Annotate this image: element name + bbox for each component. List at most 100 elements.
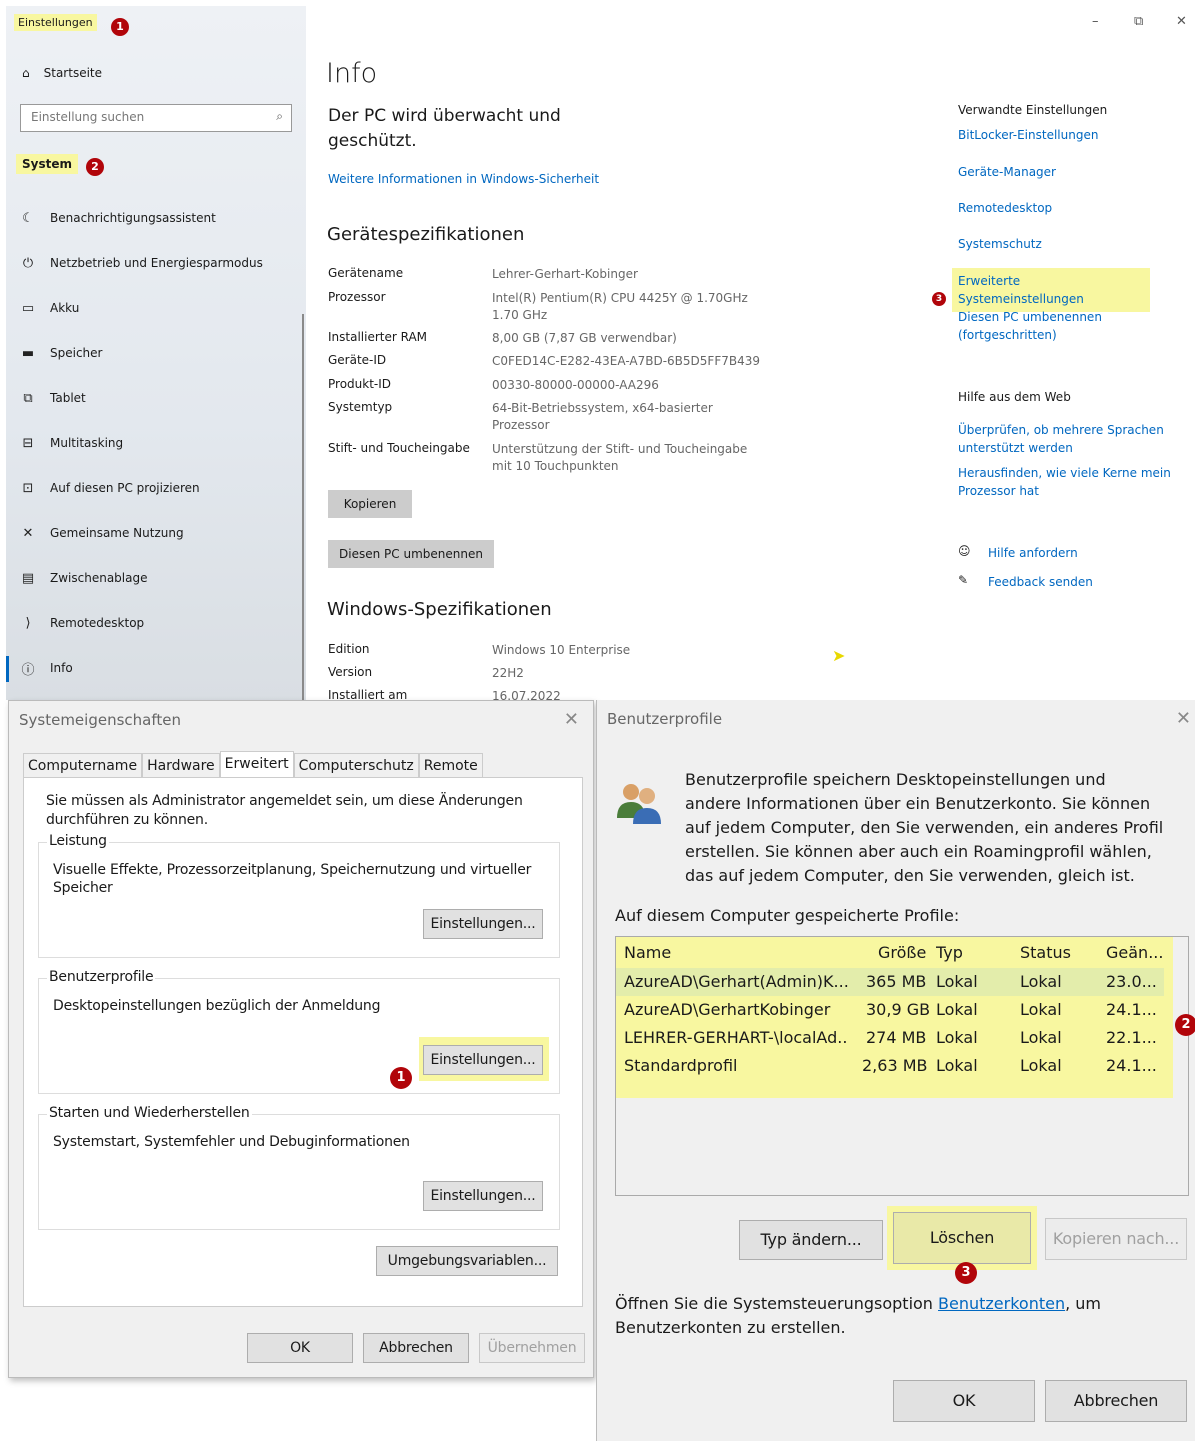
dialog-title: Systemeigenschaften xyxy=(19,711,181,729)
step-marker-2: 2 xyxy=(86,158,104,176)
cell-status: Lokal xyxy=(1020,1000,1062,1019)
nav-item-remote[interactable]: ⟩ Remotedesktop xyxy=(20,613,144,633)
spec-value: 16.07.2022 xyxy=(492,689,561,700)
link-bitlocker[interactable]: BitLocker-Einstellungen xyxy=(958,126,1173,144)
nav-label: Remotedesktop xyxy=(50,616,145,630)
cell-name: AzureAD\GerhartKobinger xyxy=(624,1000,831,1019)
link-device-manager[interactable]: Geräte-Manager xyxy=(958,163,1173,181)
tab-hardware[interactable]: Hardware xyxy=(142,753,220,777)
cell-type: Lokal xyxy=(936,1056,978,1075)
group-description: Visuelle Effekte, Prozessorzeitplanung, … xyxy=(53,862,532,896)
column-changed[interactable]: Geän... xyxy=(1106,939,1163,967)
cell-changed: 22.1... xyxy=(1106,1028,1157,1047)
ok-button[interactable]: OK xyxy=(893,1380,1035,1422)
cursor-icon: ➤ xyxy=(832,646,846,665)
clipboard-icon: ▤ xyxy=(21,570,35,586)
spec-key: Version xyxy=(328,665,373,679)
table-row[interactable]: AzureAD\GerhartKobinger 30,9 GB Lokal Lo… xyxy=(616,996,1164,1024)
table-row[interactable]: AzureAD\Gerhart(Admin)K... 365 MB Lokal … xyxy=(616,968,1164,996)
close-icon[interactable]: ✕ xyxy=(564,709,579,730)
search-placeholder: Einstellung suchen xyxy=(31,110,145,124)
nav-item-notifications[interactable]: ☾ Benachrichtigungsassistent xyxy=(20,208,216,228)
startup-settings-button[interactable]: Einstellungen... xyxy=(423,1181,543,1211)
settings-window: Einstellungen 1 ⌂ Startseite Einstellung… xyxy=(6,6,1195,700)
nav-home[interactable]: ⌂ Startseite xyxy=(22,66,102,80)
tab-bar: Computername Hardware Erweitert Computer… xyxy=(23,751,483,778)
nav-label: Netzbetrieb und Energiesparmodus xyxy=(50,256,263,270)
table-row[interactable]: Standardprofil 2,63 MB Lokal Lokal 24.1.… xyxy=(616,1052,1164,1080)
link-rename-pc-advanced[interactable]: Diesen PC umbenennen (fortgeschritten) xyxy=(958,308,1108,344)
column-size[interactable]: Größe xyxy=(878,939,926,967)
app-title: Einstellungen xyxy=(14,14,97,31)
security-link[interactable]: Weitere Informationen in Windows-Sicherh… xyxy=(328,172,599,186)
spec-key: Stift- und Toucheingabe xyxy=(328,441,470,455)
section-system: System xyxy=(16,154,78,174)
open-user-accounts-text: Öffnen Sie die Systemsteuerungsoption Be… xyxy=(615,1292,1115,1340)
group-performance: Leistung Visuelle Effekte, Prozessorzeit… xyxy=(38,833,560,958)
link-system-protection[interactable]: Systemschutz xyxy=(958,235,1173,253)
stored-profiles-label: Auf diesem Computer gespeicherte Profile… xyxy=(615,906,960,925)
cancel-button[interactable]: Abbrechen xyxy=(363,1333,469,1363)
moon-icon: ☾ xyxy=(22,210,34,226)
nav-item-info[interactable]: ⓘ Info xyxy=(20,658,72,678)
delete-button[interactable]: Löschen xyxy=(893,1212,1031,1264)
cell-size: 2,63 MB xyxy=(862,1056,928,1075)
copy-to-button[interactable]: Kopieren nach... xyxy=(1045,1218,1187,1260)
link-remote-desktop[interactable]: Remotedesktop xyxy=(958,199,1173,217)
cell-size: 274 MB xyxy=(866,1028,927,1047)
nav-item-share[interactable]: ✕ Gemeinsame Nutzung xyxy=(20,523,184,543)
group-label: Benutzerprofile xyxy=(47,969,156,985)
nav-item-storage[interactable]: ▬ Speicher xyxy=(20,343,103,363)
spec-key: Systemtyp xyxy=(328,400,393,414)
tab-advanced[interactable]: Erweitert xyxy=(219,751,294,778)
tab-system-protection[interactable]: Computerschutz xyxy=(293,753,419,777)
change-type-button[interactable]: Typ ändern... xyxy=(739,1220,883,1260)
sidebar-scrollbar[interactable] xyxy=(302,314,304,700)
spec-value: C0FED14C-E282-43EA-A7BD-6B5D5FF7B439 xyxy=(492,354,760,368)
group-description: Systemstart, Systemfehler und Debuginfor… xyxy=(53,1134,410,1150)
link-cores[interactable]: Herausfinden, wie viele Kerne mein Proze… xyxy=(958,464,1173,500)
environment-variables-button[interactable]: Umgebungsvariablen... xyxy=(376,1246,558,1276)
apply-button[interactable]: Übernehmen xyxy=(479,1333,585,1363)
rename-pc-button[interactable]: Diesen PC umbenennen xyxy=(328,540,494,568)
copy-button[interactable]: Kopieren xyxy=(328,490,412,518)
step-marker-3: 3 xyxy=(955,1262,977,1284)
link-feedback[interactable]: Feedback senden xyxy=(988,573,1195,591)
table-row[interactable]: LEHRER-GERHART-\localAd... 274 MB Lokal … xyxy=(616,1024,1164,1052)
ok-button[interactable]: OK xyxy=(247,1333,353,1363)
link-advanced-system-settings[interactable]: Erweiterte Systemeinstellungen xyxy=(952,268,1150,312)
nav-item-clipboard[interactable]: ▤ Zwischenablage xyxy=(20,568,148,588)
link-languages[interactable]: Überprüfen, ob mehrere Sprachen unterstü… xyxy=(958,421,1173,457)
column-name[interactable]: Name xyxy=(624,939,671,967)
tab-computername[interactable]: Computername xyxy=(23,753,143,777)
tab-remote[interactable]: Remote xyxy=(418,753,483,777)
link-get-help[interactable]: Hilfe anfordern xyxy=(988,544,1195,562)
remote-icon: ⟩ xyxy=(25,615,31,631)
spec-value: 8,00 GB (7,87 GB verwendbar) xyxy=(492,331,677,345)
close-icon[interactable]: ✕ xyxy=(1176,708,1191,729)
spec-key: Edition xyxy=(328,642,370,656)
nav-item-tablet[interactable]: ⧉ Tablet xyxy=(20,388,85,408)
nav-item-multitasking[interactable]: ⊟ Multitasking xyxy=(20,433,124,453)
cell-status: Lokal xyxy=(1020,972,1062,991)
nav-item-project[interactable]: ⊡ Auf diesen PC projizieren xyxy=(20,478,200,498)
column-status[interactable]: Status xyxy=(1020,939,1071,967)
column-type[interactable]: Typ xyxy=(936,939,963,967)
user-accounts-link[interactable]: Benutzerkonten xyxy=(938,1294,1065,1313)
cancel-button[interactable]: Abbrechen xyxy=(1045,1380,1187,1422)
spec-key: Produkt-ID xyxy=(328,377,392,391)
profiles-list[interactable]: Name Größe Typ Status Geän... AzureAD\Ge… xyxy=(615,936,1189,1196)
text: Öffnen Sie die Systemsteuerungsoption xyxy=(615,1294,939,1313)
nav-item-battery[interactable]: ▭ Akku xyxy=(20,298,80,318)
nav-label: Gemeinsame Nutzung xyxy=(50,526,184,540)
performance-settings-button[interactable]: Einstellungen... xyxy=(423,909,543,939)
group-label: Starten und Wiederherstellen xyxy=(47,1105,252,1121)
nav-label: Multitasking xyxy=(50,436,124,450)
nav-item-power[interactable]: ⏻ Netzbetrieb und Energiesparmodus xyxy=(20,253,263,273)
spec-row: Stift- und Toucheingabe Unterstützung der… xyxy=(328,441,762,475)
storage-icon: ▬ xyxy=(21,345,35,361)
user-profiles-settings-button[interactable]: Einstellungen... xyxy=(423,1045,543,1075)
nav-home-label: Startseite xyxy=(43,66,102,80)
settings-search-input[interactable]: Einstellung suchen ⌕ xyxy=(20,104,292,132)
system-properties-dialog: Systemeigenschaften ✕ Computername Hardw… xyxy=(8,700,594,1378)
